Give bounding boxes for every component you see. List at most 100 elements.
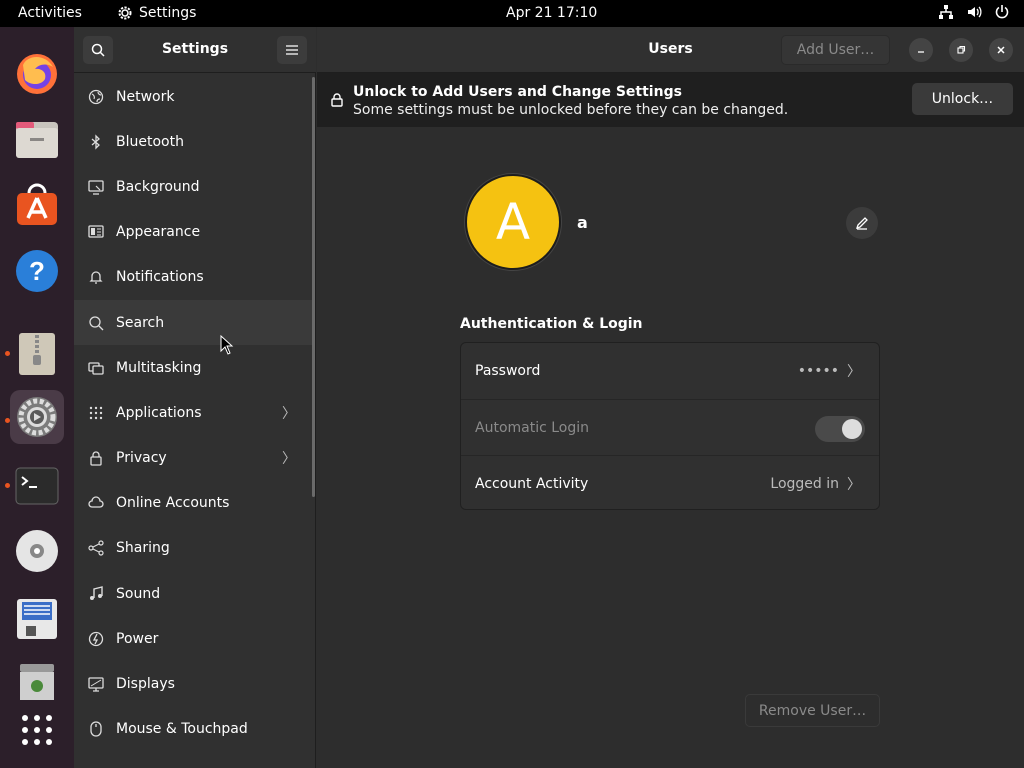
dock-software[interactable] — [10, 177, 64, 231]
unlock-button[interactable]: Unlock… — [912, 83, 1013, 115]
activities-button[interactable]: Activities — [18, 5, 82, 21]
password-row[interactable]: Password ••••• 〉 — [461, 343, 879, 399]
pencil-icon — [855, 217, 868, 230]
sidebar-item-label: Search — [116, 314, 165, 331]
minimize-icon — [918, 51, 924, 53]
sidebar-item-label: Multitasking — [116, 359, 202, 376]
sidebar-item-label: Applications — [116, 404, 202, 421]
appearance-icon — [88, 224, 104, 240]
sidebar-item-label: Notifications — [116, 269, 204, 286]
dock: ? — [0, 27, 74, 768]
dock-save[interactable] — [10, 592, 64, 646]
sidebar-item-notifications[interactable]: Notifications — [74, 255, 312, 300]
sidebar-item-online-accounts[interactable]: Online Accounts — [74, 481, 312, 526]
top-bar: Activities Settings Apr 21 17:10 — [0, 0, 1024, 27]
sidebar-item-network[interactable]: Network — [74, 74, 312, 119]
infobar-title: Unlock to Add Users and Change Settings — [353, 84, 682, 100]
avatar[interactable]: A — [465, 174, 561, 270]
password-value: ••••• — [797, 363, 839, 379]
edit-name-button[interactable] — [846, 207, 878, 239]
power-icon — [88, 631, 104, 647]
account-activity-value: Logged in — [770, 475, 839, 492]
bell-icon — [88, 269, 104, 285]
username[interactable]: a — [577, 213, 588, 232]
sidebar-item-background[interactable]: Background — [74, 164, 312, 209]
app-menu[interactable]: Settings — [117, 5, 196, 21]
terminal-icon — [15, 467, 59, 505]
dock-help[interactable]: ? — [10, 244, 64, 298]
chevron-right-icon: 〉 — [847, 364, 861, 380]
sidebar-item-sound[interactable]: Sound — [74, 571, 312, 616]
sidebar-header: Settings — [74, 27, 316, 73]
settings-gear-icon — [17, 397, 57, 437]
sidebar-item-label: Network — [116, 88, 175, 105]
sidebar-scrollbar[interactable] — [312, 77, 315, 497]
sidebar-item-label: Sharing — [116, 540, 170, 557]
close-button[interactable] — [989, 38, 1013, 62]
sidebar-item-sharing[interactable]: Sharing — [74, 526, 312, 571]
password-label: Password — [475, 363, 541, 379]
sidebar-item-label: Online Accounts — [116, 495, 230, 512]
software-store-icon — [17, 183, 57, 225]
sidebar-item-applications[interactable]: Applications 〉 — [74, 390, 312, 435]
sidebar-item-label: Appearance — [116, 224, 201, 241]
grid-icon — [88, 405, 104, 421]
sidebar-item-multitasking[interactable]: Multitasking — [74, 345, 312, 390]
dock-terminal[interactable] — [10, 459, 64, 513]
sidebar-item-search[interactable]: Search — [74, 299, 312, 346]
dock-archive-manager[interactable] — [10, 327, 64, 381]
bluetooth-icon — [88, 134, 104, 150]
dock-trash[interactable] — [10, 654, 64, 708]
dock-disc[interactable] — [10, 524, 64, 578]
network-icon — [939, 5, 953, 19]
auth-list: Password ••••• 〉 Automatic Login Account… — [460, 342, 880, 510]
music-icon — [88, 585, 104, 602]
main-menu-button[interactable] — [277, 36, 307, 64]
system-tray[interactable] — [938, 4, 1010, 20]
sidebar-item-mouse-touchpad[interactable]: Mouse & Touchpad — [74, 707, 312, 752]
sidebar-item-privacy[interactable]: Privacy 〉 — [74, 436, 312, 481]
mouse-pointer-icon — [220, 335, 234, 355]
automatic-login-toggle[interactable] — [815, 416, 865, 442]
files-icon — [16, 122, 58, 158]
sidebar-item-appearance[interactable]: Appearance — [74, 210, 312, 255]
power-icon — [995, 5, 1009, 19]
dock-settings[interactable] — [10, 390, 64, 444]
sidebar-item-label: Power — [116, 630, 159, 647]
lock-icon — [88, 450, 104, 466]
restore-icon — [957, 45, 966, 54]
infobar-subtitle: Some settings must be unlocked before th… — [353, 102, 789, 118]
multitasking-icon — [88, 360, 104, 376]
remove-user-button[interactable]: Remove User… — [745, 694, 880, 727]
sidebar-item-label: Background — [116, 178, 200, 195]
trash-icon — [20, 664, 54, 700]
automatic-login-row: Automatic Login — [461, 399, 879, 455]
disc-icon — [16, 530, 58, 572]
app-name: Settings — [139, 5, 197, 21]
account-activity-label: Account Activity — [475, 475, 589, 492]
dock-show-apps[interactable] — [10, 703, 64, 757]
settings-window: Settings Network Bluetooth Background Ap… — [74, 27, 1024, 768]
mouse-icon — [88, 721, 104, 737]
account-activity-row[interactable]: Account Activity Logged in 〉 — [461, 455, 879, 509]
close-icon — [997, 46, 1005, 54]
volume-icon — [968, 6, 982, 18]
sidebar: Settings Network Bluetooth Background Ap… — [74, 27, 316, 768]
sidebar-item-displays[interactable]: Displays — [74, 661, 312, 706]
maximize-button[interactable] — [949, 38, 973, 62]
sidebar-item-power[interactable]: Power — [74, 616, 312, 661]
minimize-button[interactable] — [909, 38, 933, 62]
dock-firefox[interactable] — [10, 46, 64, 100]
clock[interactable]: Apr 21 17:10 — [506, 5, 597, 21]
auth-heading: Authentication & Login — [460, 316, 643, 332]
unlock-infobar: Unlock to Add Users and Change Settings … — [317, 73, 1024, 127]
sidebar-item-label: Bluetooth — [116, 133, 184, 150]
app-grid-icon — [22, 715, 52, 745]
add-user-button[interactable]: Add User… — [781, 35, 890, 65]
sidebar-item-bluetooth[interactable]: Bluetooth — [74, 119, 312, 164]
firefox-icon — [17, 54, 57, 94]
sidebar-item-label: Privacy — [116, 450, 167, 467]
dock-files[interactable] — [10, 112, 64, 166]
sidebar-item-label: Displays — [116, 676, 175, 693]
floppy-icon — [17, 599, 57, 639]
